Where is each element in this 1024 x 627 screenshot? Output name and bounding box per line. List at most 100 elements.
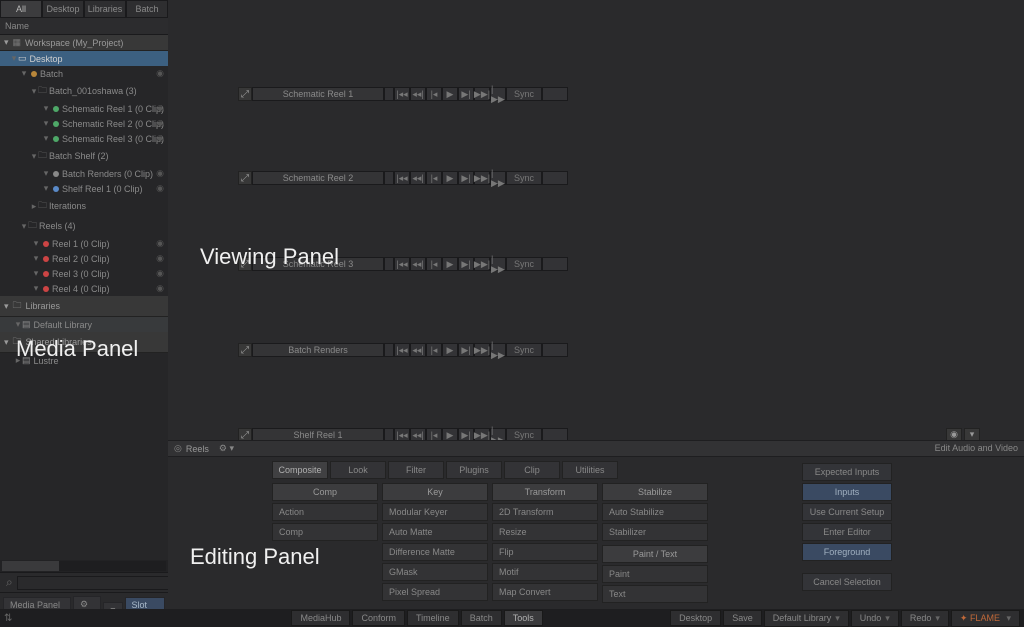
reel-slot[interactable] bbox=[542, 257, 568, 271]
tree-reel4[interactable]: ▾ Reel 4 (0 Clip) ◉ bbox=[0, 281, 168, 296]
reels-label[interactable]: Reels bbox=[186, 444, 209, 454]
btn-enter-editor[interactable]: Enter Editor bbox=[802, 523, 892, 541]
sync-button[interactable]: Sync bbox=[506, 343, 542, 357]
btn-resize[interactable]: Resize bbox=[492, 523, 598, 541]
tree-schem1[interactable]: ▾ Schematic Reel 1 (0 Clip) ◉ bbox=[0, 101, 168, 116]
tab-mediahub[interactable]: MediaHub bbox=[291, 610, 350, 626]
tree-reel1[interactable]: ▾ Reel 1 (0 Clip) ◉ bbox=[0, 236, 168, 251]
tree-reels[interactable]: ▾ 🗀 Reels (4) bbox=[0, 216, 168, 236]
btn-action[interactable]: Action bbox=[272, 503, 378, 521]
workspace-row[interactable]: ▾ ▦ Workspace (My_Project) bbox=[0, 35, 168, 51]
transport-button[interactable]: ▶▶| bbox=[474, 343, 490, 357]
sync-button[interactable]: Sync bbox=[506, 87, 542, 101]
btn-auto-stabilize[interactable]: Auto Stabilize bbox=[602, 503, 708, 521]
transport-button[interactable]: ◂◂| bbox=[410, 87, 426, 101]
sync-button[interactable]: Sync bbox=[506, 257, 542, 271]
transport-button[interactable]: |◂ bbox=[426, 171, 442, 185]
transport-button[interactable]: |▶▶ bbox=[490, 343, 506, 357]
search-icon[interactable] bbox=[2, 575, 17, 590]
eye-icon[interactable]: ◉ bbox=[156, 103, 164, 114]
tab-desktop[interactable]: Desktop bbox=[42, 0, 84, 18]
transport-button[interactable]: |◂◂ bbox=[394, 257, 410, 271]
btn-save[interactable]: Save bbox=[723, 610, 762, 626]
btn-stabilizer[interactable]: Stabilizer bbox=[602, 523, 708, 541]
transport-button[interactable]: ▶▶| bbox=[474, 257, 490, 271]
tab-filter[interactable]: Filter bbox=[388, 461, 444, 479]
btn-pixel-spread[interactable]: Pixel Spread bbox=[382, 583, 488, 601]
shared-libraries-section[interactable]: ▾ 🗀 Shared Libraries bbox=[0, 332, 168, 353]
tree-batch-shelf[interactable]: ▾ 🗀 Batch Shelf (2) bbox=[0, 146, 168, 166]
tab-tools[interactable]: Tools bbox=[504, 610, 543, 626]
tree-reel3[interactable]: ▾ Reel 3 (0 Clip) ◉ bbox=[0, 266, 168, 281]
tab-clip[interactable]: Clip bbox=[504, 461, 560, 479]
btn-use-current-setup[interactable]: Use Current Setup bbox=[802, 503, 892, 521]
reel-slot[interactable] bbox=[542, 343, 568, 357]
transport-button[interactable]: ▶▶| bbox=[474, 171, 490, 185]
eye-icon[interactable]: ◉ bbox=[156, 238, 164, 249]
zoom-icon[interactable]: ⤢ bbox=[238, 257, 252, 271]
tree-batch-group[interactable]: ▾ 🗀 Batch_001oshawa (3) bbox=[0, 81, 168, 101]
eye-icon[interactable]: ◉ bbox=[156, 253, 164, 264]
zoom-icon[interactable]: ⤢ bbox=[238, 87, 252, 101]
reel-label[interactable]: Schematic Reel 1 bbox=[252, 87, 384, 101]
tab-all[interactable]: All bbox=[0, 0, 42, 18]
reel-label[interactable]: Schematic Reel 3 bbox=[252, 257, 384, 271]
eye-icon[interactable]: ◉ bbox=[156, 68, 164, 79]
tab-conform[interactable]: Conform bbox=[352, 610, 405, 626]
transport-button[interactable]: ▶| bbox=[458, 87, 474, 101]
transport-button[interactable]: |◂◂ bbox=[394, 171, 410, 185]
tree-default-library[interactable]: ▾ ▤ Default Library bbox=[0, 317, 168, 332]
btn-flame[interactable]: ✦ FLAME ▾ bbox=[951, 610, 1020, 627]
reel-label[interactable]: Schematic Reel 2 bbox=[252, 171, 384, 185]
transport-button[interactable]: ▶ bbox=[442, 171, 458, 185]
tree-desktop[interactable]: ▾ ▭ Desktop bbox=[0, 51, 168, 66]
media-scrollbar[interactable] bbox=[2, 561, 166, 571]
eye-icon[interactable]: ◉ bbox=[156, 168, 164, 179]
reel-slot[interactable] bbox=[542, 171, 568, 185]
reel-label[interactable]: Batch Renders bbox=[252, 343, 384, 357]
tree-reel2[interactable]: ▾ Reel 2 (0 Clip) ◉ bbox=[0, 251, 168, 266]
tab-timeline[interactable]: Timeline bbox=[407, 610, 459, 626]
btn-flip[interactable]: Flip bbox=[492, 543, 598, 561]
reel-slot[interactable] bbox=[542, 87, 568, 101]
transport-button[interactable]: |◂ bbox=[426, 87, 442, 101]
tree-batch-renders[interactable]: ▾ Batch Renders (0 Clip) ◉ bbox=[0, 166, 168, 181]
tab-look[interactable]: Look bbox=[330, 461, 386, 479]
updown-icon[interactable]: ⇅ bbox=[4, 613, 12, 624]
tab-utilities[interactable]: Utilities bbox=[562, 461, 618, 479]
btn-2d-transform[interactable]: 2D Transform bbox=[492, 503, 598, 521]
transport-button[interactable]: ◂◂| bbox=[410, 343, 426, 357]
transport-button[interactable]: ▶| bbox=[458, 171, 474, 185]
btn-text[interactable]: Text bbox=[602, 585, 708, 603]
btn-modular-keyer[interactable]: Modular Keyer bbox=[382, 503, 488, 521]
transport-button[interactable]: ◂◂| bbox=[410, 257, 426, 271]
transport-button[interactable]: |◂ bbox=[426, 257, 442, 271]
tree-schem3[interactable]: ▾ Schematic Reel 3 (0 Clip) ◉ bbox=[0, 131, 168, 146]
gear-icon[interactable]: ⚙ ▾ bbox=[219, 443, 234, 454]
btn-inputs[interactable]: Inputs bbox=[802, 483, 892, 501]
eye-icon[interactable]: ◉ bbox=[156, 283, 164, 294]
btn-foreground[interactable]: Foreground bbox=[802, 543, 892, 561]
transport-button[interactable]: |▶▶ bbox=[490, 171, 506, 185]
tree-batch[interactable]: ▾ Batch ◉ bbox=[0, 66, 168, 81]
tab-composite[interactable]: Composite bbox=[272, 461, 328, 479]
transport-button[interactable]: |▶▶ bbox=[490, 257, 506, 271]
tree-schem2[interactable]: ▾ Schematic Reel 2 (0 Clip) ◉ bbox=[0, 116, 168, 131]
tree-shelf-reel1[interactable]: ▾ Shelf Reel 1 (0 Clip) ◉ bbox=[0, 181, 168, 196]
transport-button[interactable]: ◂◂| bbox=[410, 171, 426, 185]
btn-gmask[interactable]: GMask bbox=[382, 563, 488, 581]
eye-icon[interactable]: ◉ bbox=[156, 183, 164, 194]
btn-paint[interactable]: Paint bbox=[602, 565, 708, 583]
tab-batch-bottom[interactable]: Batch bbox=[461, 610, 502, 626]
btn-desktop[interactable]: Desktop bbox=[670, 610, 721, 626]
transport-button[interactable]: ▶| bbox=[458, 343, 474, 357]
transport-button[interactable]: |◂◂ bbox=[394, 343, 410, 357]
eye-icon[interactable]: ◉ bbox=[156, 118, 164, 129]
libraries-section[interactable]: ▾ 🗀 Libraries bbox=[0, 296, 168, 317]
btn-difference-matte[interactable]: Difference Matte bbox=[382, 543, 488, 561]
transport-button[interactable]: |▶▶ bbox=[490, 87, 506, 101]
btn-comp[interactable]: Comp bbox=[272, 523, 378, 541]
btn-undo[interactable]: Undo▾ bbox=[851, 610, 899, 627]
tab-batch[interactable]: Batch bbox=[126, 0, 168, 18]
transport-button[interactable]: |◂◂ bbox=[394, 87, 410, 101]
